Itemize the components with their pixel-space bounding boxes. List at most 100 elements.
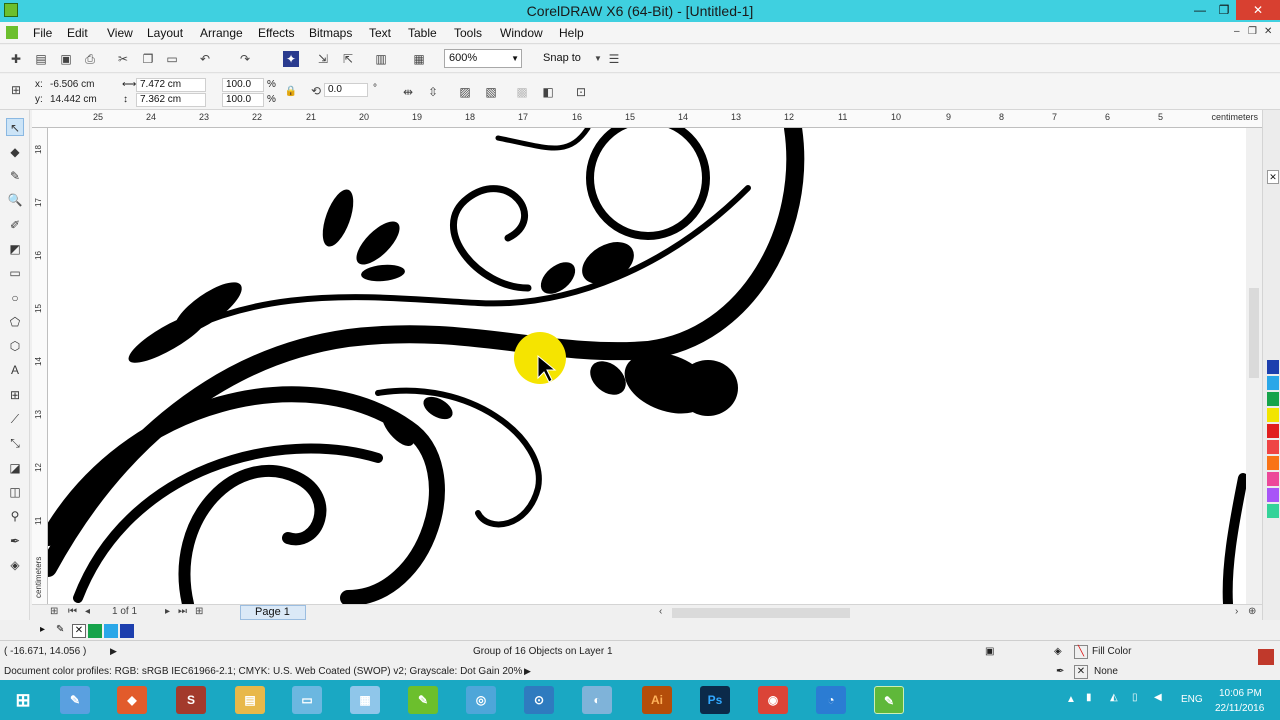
palette-swatch[interactable] — [1267, 504, 1279, 518]
doc-minimize-button[interactable]: – — [1234, 26, 1240, 37]
menu-layout[interactable]: Layout — [147, 26, 183, 40]
first-page-icon[interactable]: ⏮ — [68, 606, 77, 617]
menu-window[interactable]: Window — [500, 26, 543, 40]
vertical-scrollbar[interactable] — [1246, 128, 1262, 604]
palette-swatch[interactable] — [1267, 488, 1279, 502]
menu-tools[interactable]: Tools — [454, 26, 482, 40]
text-tool-icon[interactable]: A — [6, 361, 24, 379]
clock-time[interactable]: 10:06 PM — [1219, 688, 1262, 699]
align-distribute-icon[interactable]: ⊡ — [573, 84, 589, 100]
clock-date[interactable]: 22/11/2016 — [1215, 703, 1264, 714]
scale-x-field[interactable]: 100.0 — [222, 78, 264, 92]
save-icon[interactable]: ▣ — [58, 51, 74, 67]
palette-swatch[interactable] — [1267, 456, 1279, 470]
coreldraw-active-icon[interactable]: ✎ — [874, 686, 904, 714]
palette-swatch[interactable] — [1267, 440, 1279, 454]
last-page-icon[interactable]: ⏭ — [178, 606, 187, 617]
document-color-swatch[interactable] — [120, 624, 134, 638]
palette-swatch[interactable] — [1267, 392, 1279, 406]
chrome-icon[interactable]: ◉ — [758, 686, 788, 714]
rotation-angle-field[interactable]: 0.0 — [324, 83, 368, 97]
restore-button[interactable]: ❐ — [1210, 0, 1238, 20]
document-icon[interactable] — [6, 26, 18, 39]
copy-icon[interactable]: ❐ — [140, 51, 156, 67]
combine-icon[interactable]: ▩ — [514, 84, 530, 100]
paste-icon[interactable]: ▭ — [164, 51, 180, 67]
freehand-tool-icon[interactable]: ✐ — [6, 216, 24, 234]
menu-help[interactable]: Help — [559, 26, 584, 40]
scale-y-field[interactable]: 100.0 — [222, 93, 264, 107]
scroll-right-icon[interactable]: › — [1235, 606, 1238, 617]
weld-icon[interactable]: ◧ — [540, 84, 556, 100]
globe-app-icon[interactable]: ◐ — [582, 686, 612, 714]
close-button[interactable]: ✕ — [1236, 0, 1280, 20]
group-icon[interactable]: ▨ — [457, 84, 473, 100]
transparency-tool-icon[interactable]: ◫ — [6, 483, 24, 501]
expand-arrow-icon[interactable]: ▶ — [110, 646, 117, 657]
start-button-icon[interactable]: ⊞ — [8, 686, 38, 714]
horizontal-ruler[interactable]: 25 24 23 22 21 20 19 18 17 16 15 14 13 1… — [32, 110, 1262, 128]
mirror-vertical-icon[interactable]: ⇳ — [425, 84, 441, 100]
help-docker-icon[interactable] — [1258, 649, 1274, 665]
lock-ratio-icon[interactable]: 🔒 — [283, 84, 299, 100]
connector-tool-icon[interactable]: ⤡ — [6, 434, 24, 452]
menu-bitmaps[interactable]: Bitmaps — [309, 26, 352, 40]
volume-icon[interactable]: ◀ — [1154, 692, 1162, 703]
palette-swatch[interactable] — [1267, 360, 1279, 374]
smart-fill-icon[interactable]: ◩ — [6, 240, 24, 258]
vertical-scroll-thumb[interactable] — [1249, 288, 1259, 378]
zoom-level-select[interactable]: 600% ▼ — [444, 49, 522, 68]
polygon-tool-icon[interactable]: ⬠ — [6, 313, 24, 331]
application-launcher-icon[interactable]: ▦ — [411, 51, 427, 67]
add-page-after-icon[interactable]: ⊞ — [195, 606, 203, 617]
drawing-canvas[interactable] — [48, 128, 1246, 604]
calculator-icon[interactable]: ▦ — [350, 686, 380, 714]
menu-file[interactable]: File — [33, 26, 52, 40]
menu-arrange[interactable]: Arrange — [200, 26, 243, 40]
import-icon[interactable]: ⇲ — [315, 51, 331, 67]
page-tab[interactable]: Page 1 — [240, 605, 306, 620]
tray-app-icon[interactable]: ▯ — [1132, 692, 1138, 703]
swirl-app-icon[interactable]: ◔ — [816, 686, 846, 714]
basic-shapes-icon[interactable]: ⬡ — [6, 337, 24, 355]
file-explorer-icon[interactable]: ▤ — [235, 686, 265, 714]
snap-to-dropdown[interactable]: Snap to — [543, 52, 581, 64]
palette-options-icon[interactable]: ▸ — [40, 624, 54, 638]
palette-swatch[interactable] — [1267, 408, 1279, 422]
scroll-left-icon[interactable]: ‹ — [659, 606, 662, 617]
chevron-down-icon[interactable]: ▼ — [590, 51, 606, 67]
zoom-navigator-icon[interactable]: ⊕ — [1248, 606, 1256, 617]
print-icon[interactable]: ⎙ — [82, 51, 98, 67]
palette-swatch[interactable] — [1267, 472, 1279, 486]
y-position-field[interactable]: 14.442 cm — [50, 94, 97, 105]
height-field[interactable]: 7.362 cm — [136, 93, 206, 107]
new-document-icon[interactable]: ✚ — [8, 51, 24, 67]
next-page-icon[interactable]: ▸ — [165, 606, 170, 617]
fill-swatch[interactable]: ╲ — [1074, 645, 1088, 659]
paint-app-icon[interactable]: ✎ — [60, 686, 90, 714]
tray-expand-icon[interactable]: ▲ — [1066, 694, 1076, 705]
eyedropper-tool-icon[interactable]: ⚲ — [6, 507, 24, 525]
illustrator-icon[interactable]: Ai — [642, 686, 672, 714]
no-color-swatch[interactable]: ✕ — [72, 624, 86, 638]
options-icon[interactable]: ☰ — [606, 51, 622, 67]
notepad-icon[interactable]: ▭ — [292, 686, 322, 714]
menu-table[interactable]: Table — [408, 26, 437, 40]
color-profiles-info[interactable]: Document color profiles: RGB: sRGB IEC61… — [4, 666, 522, 677]
doc-restore-button[interactable]: ❐ — [1248, 26, 1257, 37]
camera-app-icon[interactable]: ⊙ — [524, 686, 554, 714]
corel-tray-icon[interactable]: ◭ — [1110, 692, 1118, 703]
browser-icon[interactable]: ◎ — [466, 686, 496, 714]
menu-text[interactable]: Text — [369, 26, 391, 40]
crop-tool-icon[interactable]: ✎ — [6, 167, 24, 185]
mirror-horizontal-icon[interactable]: ⇹ — [400, 84, 416, 100]
blend-tool-icon[interactable]: ◪ — [6, 459, 24, 477]
palette-swatch[interactable] — [1267, 376, 1279, 390]
width-field[interactable]: 7.472 cm — [136, 78, 206, 92]
previous-page-icon[interactable]: ◂ — [85, 606, 90, 617]
shape-tool-icon[interactable]: ◆ — [6, 143, 24, 161]
palette-swatch[interactable] — [1267, 424, 1279, 438]
menu-edit[interactable]: Edit — [67, 26, 88, 40]
fill-tool-icon[interactable]: ◈ — [6, 556, 24, 574]
outline-swatch[interactable]: ✕ — [1074, 665, 1088, 679]
